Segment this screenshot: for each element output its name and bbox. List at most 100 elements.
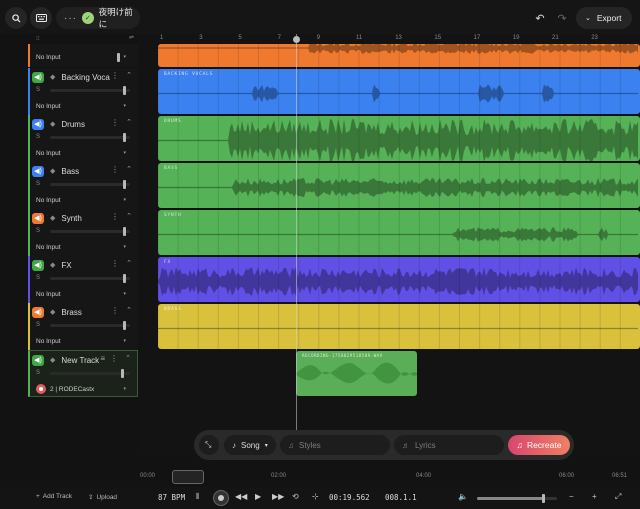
- kebab-menu-icon[interactable]: ⋮: [111, 71, 119, 80]
- speaker-icon[interactable]: ◀): [32, 259, 44, 271]
- loop-icon[interactable]: ⟲: [292, 492, 299, 501]
- chevron-up-icon[interactable]: ⌃: [125, 354, 131, 362]
- fast-forward-icon[interactable]: ▶▶: [272, 492, 284, 501]
- input-selector[interactable]: No Input ▾: [36, 101, 126, 111]
- input-selector[interactable]: No Input ▾: [36, 52, 126, 62]
- audio-clip[interactable]: BACKING VOCALS: [158, 69, 640, 114]
- record-button[interactable]: [213, 490, 229, 506]
- track-name[interactable]: Bass: [61, 167, 113, 176]
- playhead[interactable]: [296, 34, 297, 454]
- input-selector[interactable]: No Input ▾: [36, 336, 126, 346]
- volume-slider[interactable]: [50, 324, 130, 327]
- export-button[interactable]: ⌄ Export: [576, 7, 632, 29]
- chevron-up-icon[interactable]: ⌃: [126, 71, 132, 79]
- volume-slider[interactable]: [50, 372, 130, 375]
- volume-knob[interactable]: [541, 494, 545, 503]
- volume-knob[interactable]: [120, 369, 124, 378]
- audio-clip[interactable]: BASS: [158, 163, 640, 208]
- time-scrubber[interactable]: 00:00 02:00 04:00 06:00 06:51: [138, 468, 640, 486]
- keyboard-button[interactable]: [30, 7, 52, 29]
- bpm-display[interactable]: 87 BPM: [158, 493, 185, 502]
- kebab-menu-icon[interactable]: ⋮: [111, 306, 119, 315]
- upload-button[interactable]: ⇪ Upload: [88, 493, 117, 502]
- zoom-out-icon[interactable]: −: [569, 492, 574, 501]
- scrubber-thumb[interactable]: [172, 470, 204, 484]
- timeline-ruler[interactable]: 1 3 5 7 9 11 13 15 17 19 21 23: [158, 34, 640, 44]
- solo-button[interactable]: S: [36, 322, 40, 328]
- shuffle-button[interactable]: ⤡: [199, 435, 219, 455]
- audio-clip[interactable]: DRUMS: [158, 116, 640, 161]
- lyrics-input[interactable]: ♬ Lyrics: [394, 435, 504, 455]
- track-header[interactable]: ◀) ◆ Brass ⋮ ⌃ S No Input ▾: [28, 303, 138, 350]
- zoom-in-icon[interactable]: +: [592, 492, 597, 501]
- undo-button[interactable]: ↶: [529, 7, 551, 29]
- solo-button[interactable]: S: [36, 228, 40, 234]
- styles-input[interactable]: ♫ Styles: [280, 435, 390, 455]
- volume-knob[interactable]: [123, 180, 126, 189]
- track-header[interactable]: ◀) ◆ Synth ⋮ ⌃ S No Input ▾: [28, 209, 138, 256]
- chevron-up-icon[interactable]: ⌃: [126, 165, 132, 173]
- recreate-button[interactable]: ♫ Recreate: [508, 435, 570, 455]
- track-header[interactable]: ◀) ◆ Backing Voca ⋮ ⌃ S No Input ▾: [28, 68, 138, 115]
- fit-icon[interactable]: ⤢: [615, 492, 621, 502]
- track-header[interactable]: ◀) ◆ FX ⋮ ⌃ S No Input ▾: [28, 256, 138, 303]
- track-header[interactable]: No Input ▾: [28, 44, 138, 67]
- volume-knob[interactable]: [123, 321, 126, 330]
- redo-button[interactable]: ↷: [551, 7, 573, 29]
- metronome-icon[interactable]: ⦀: [196, 492, 200, 502]
- audio-clip[interactable]: FX: [158, 257, 640, 302]
- track-header[interactable]: ◀) ◆ Bass ⋮ ⌃ S No Input ▾: [28, 162, 138, 209]
- kebab-menu-icon[interactable]: ⋮: [111, 259, 119, 268]
- recording-clip[interactable]: RECORDING-1758829518589.WAV: [296, 351, 417, 396]
- input-selector[interactable]: No Input ▾: [36, 195, 126, 205]
- track-name[interactable]: Drums: [61, 120, 113, 129]
- chevron-up-icon[interactable]: ⌃: [126, 259, 132, 267]
- input-selector[interactable]: 2 | RODECastx ▾: [36, 384, 126, 394]
- volume-slider[interactable]: [50, 183, 130, 186]
- menu-icon[interactable]: ≡: [100, 354, 105, 363]
- add-track-button[interactable]: + Add Track: [36, 493, 72, 500]
- solo-button[interactable]: S: [36, 275, 40, 281]
- volume-slider[interactable]: [50, 136, 130, 139]
- kebab-menu-icon[interactable]: ⋮: [111, 165, 119, 174]
- chevron-up-icon[interactable]: ⌃: [126, 306, 132, 314]
- input-selector[interactable]: No Input ▾: [36, 148, 126, 158]
- settings-sliders-icon[interactable]: ⇌: [129, 34, 134, 41]
- volume-slider[interactable]: [50, 230, 130, 233]
- solo-button[interactable]: S: [36, 134, 40, 140]
- volume-slider[interactable]: [50, 89, 130, 92]
- speaker-icon[interactable]: ◀): [32, 306, 44, 318]
- input-selector[interactable]: No Input ▾: [36, 242, 126, 252]
- speaker-icon[interactable]: ◀): [32, 71, 44, 83]
- speaker-icon[interactable]: ◀): [32, 118, 44, 130]
- track-header[interactable]: ◀) ◆ New Track ≡ ⋮ ⌃ S 2 | RODECastx ▾: [28, 350, 138, 397]
- input-selector[interactable]: No Input ▾: [36, 289, 126, 299]
- track-name[interactable]: New Track: [61, 356, 113, 365]
- kebab-menu-icon[interactable]: ⋮: [111, 118, 119, 127]
- audio-clip[interactable]: BRASS: [158, 304, 640, 349]
- volume-knob[interactable]: [117, 53, 120, 62]
- track-name[interactable]: Synth: [61, 214, 113, 223]
- volume-icon[interactable]: 🔈: [458, 492, 468, 501]
- snap-icon[interactable]: ⊹: [312, 492, 319, 501]
- audio-clip[interactable]: [158, 44, 640, 67]
- solo-button[interactable]: S: [36, 370, 40, 376]
- playhead-handle[interactable]: [293, 36, 300, 43]
- track-name[interactable]: Backing Voca: [61, 73, 113, 82]
- volume-slider[interactable]: [50, 277, 130, 280]
- track-header[interactable]: ◀) ◆ Drums ⋮ ⌃ S No Input ▾: [28, 115, 138, 162]
- solo-button[interactable]: S: [36, 87, 40, 93]
- volume-knob[interactable]: [123, 133, 126, 142]
- record-arm-button[interactable]: [36, 384, 46, 394]
- kebab-menu-icon[interactable]: ⋮: [110, 354, 118, 363]
- volume-knob[interactable]: [123, 227, 126, 236]
- play-icon[interactable]: ▶: [255, 492, 261, 501]
- speaker-icon[interactable]: ◀): [32, 212, 44, 224]
- audio-clip[interactable]: SYNTH: [158, 210, 640, 255]
- project-selector[interactable]: ··· ✓ 夜明け前に: [56, 7, 140, 29]
- search-button[interactable]: [5, 7, 27, 29]
- chevron-up-icon[interactable]: ⌃: [126, 212, 132, 220]
- collapse-icon[interactable]: ⁝⁝: [36, 35, 40, 42]
- kebab-menu-icon[interactable]: ⋮: [111, 212, 119, 221]
- track-name[interactable]: Brass: [61, 308, 113, 317]
